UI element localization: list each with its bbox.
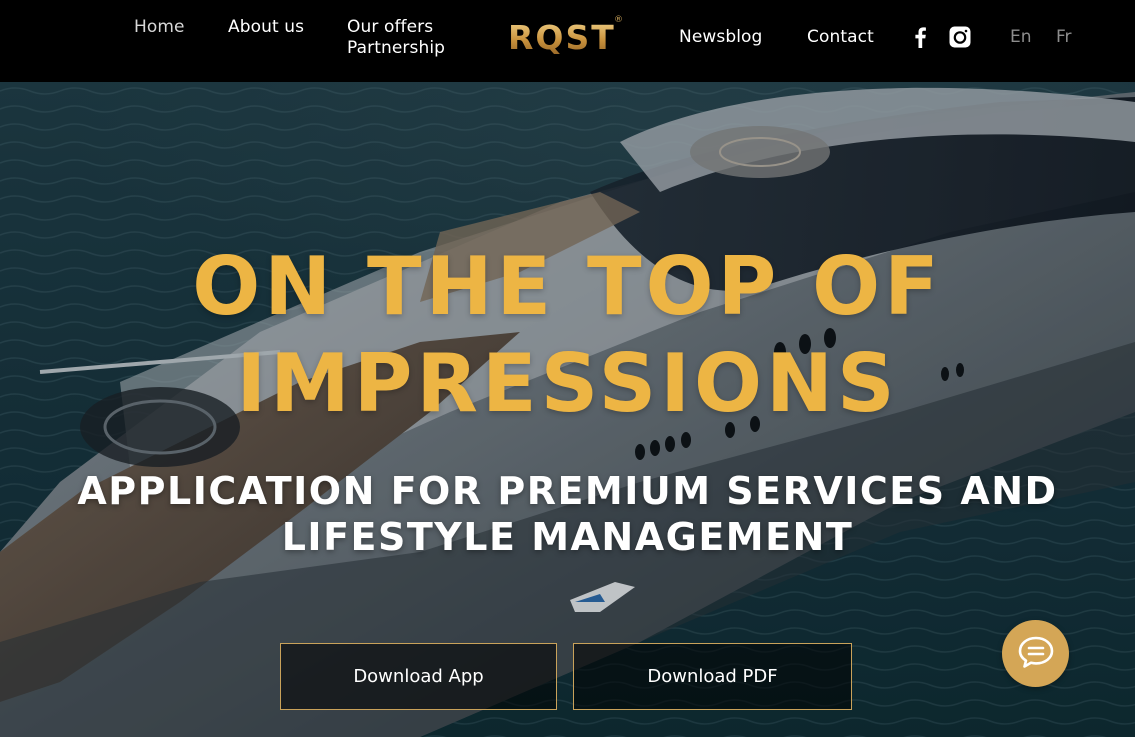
site-header: Home About us Our offers Partnership RQS… — [0, 0, 1135, 82]
hero-headline: ON THE TOP OF IMPRESSIONS — [0, 238, 1135, 432]
rqst-logo[interactable]: RQST — [508, 18, 616, 58]
download-app-button[interactable]: Download App — [280, 643, 557, 710]
instagram-icon[interactable] — [948, 25, 972, 49]
download-pdf-button[interactable]: Download PDF — [573, 643, 852, 710]
nav-contact-link[interactable]: Contact — [807, 27, 874, 48]
chat-bubble-icon — [1016, 632, 1056, 676]
language-fr[interactable]: Fr — [1056, 27, 1072, 47]
language-en[interactable]: En — [1010, 27, 1032, 47]
headline-line-2: IMPRESSIONS — [236, 337, 899, 430]
subheadline-line-1: APPLICATION FOR PREMIUM SERVICES AND — [77, 469, 1058, 513]
chat-button[interactable] — [1002, 620, 1069, 687]
nav-about-link[interactable]: About us — [228, 17, 304, 38]
nav-partnership-link[interactable]: Partnership — [347, 38, 445, 59]
nav-offers-link[interactable]: Our offers — [347, 17, 433, 38]
nav-home-link[interactable]: Home — [134, 17, 185, 38]
subheadline-line-2: LIFESTYLE MANAGEMENT — [281, 515, 854, 559]
registered-mark: ® — [614, 15, 623, 25]
hero-subheadline: APPLICATION FOR PREMIUM SERVICES AND LIF… — [0, 468, 1135, 560]
hero-section: ON THE TOP OF IMPRESSIONS APPLICATION FO… — [0, 82, 1135, 737]
facebook-icon[interactable] — [909, 25, 933, 49]
headline-line-1: ON THE TOP OF — [192, 240, 943, 333]
nav-newsblog-link[interactable]: Newsblog — [679, 27, 762, 48]
